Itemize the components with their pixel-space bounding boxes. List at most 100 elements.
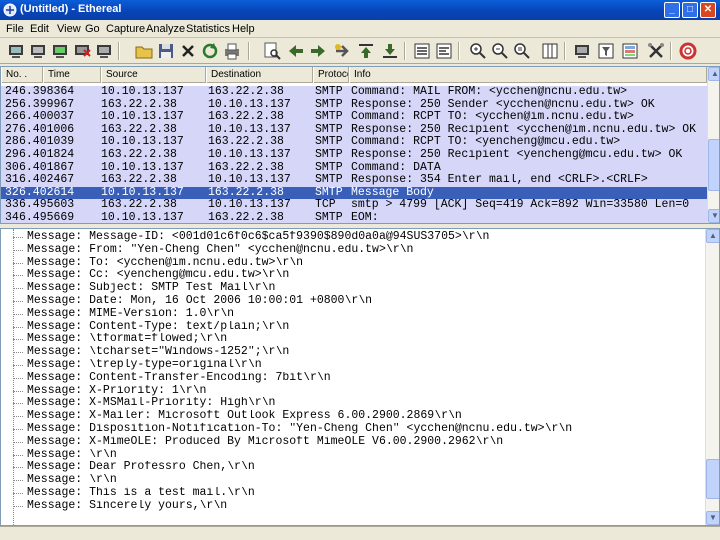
column-header-source[interactable]: Source xyxy=(101,67,206,83)
scroll-up-icon[interactable]: ▲ xyxy=(706,229,719,243)
message-line[interactable]: Message: From: "Yen-Cheng Chen" <ycchen@… xyxy=(27,244,703,257)
cell-time: 6.398364 xyxy=(19,86,75,98)
packet-row[interactable]: 26 6.400037 10.10.13.137 163.22.2.38 SMTP Com… xyxy=(1,111,707,124)
packet-row[interactable]: 34 6.495669 10.10.13.137 163.22.2.38 SMTP EOM… xyxy=(1,212,707,224)
preferences-icon[interactable] xyxy=(646,41,666,61)
coloring-rules-icon[interactable] xyxy=(620,41,640,61)
column-header-no[interactable]: No. . xyxy=(1,67,43,83)
colorize-icon[interactable] xyxy=(412,41,432,61)
start-capture-icon[interactable] xyxy=(50,41,70,61)
go-back-icon[interactable] xyxy=(286,41,306,61)
message-line[interactable]: Message: \r\n xyxy=(27,474,703,487)
message-line[interactable]: Message: \treply-type=original\r\n xyxy=(27,359,703,372)
cell-destination: 163.22.2.38 xyxy=(208,186,284,199)
packet-row[interactable]: 29 6.401824 163.22.2.38 10.10.13.137 SMTP Res… xyxy=(1,149,707,162)
message-line[interactable]: Message: Content-Transfer-Encoding: 7bit… xyxy=(27,372,703,385)
message-line[interactable]: Message: Message-ID: <001d01c6f0c6$ca5f9… xyxy=(27,231,703,244)
menu-go[interactable]: Go xyxy=(85,23,100,35)
zoom-in-icon[interactable] xyxy=(468,41,488,61)
minimize-button[interactable]: _ xyxy=(664,2,680,18)
message-line[interactable]: Message: Content-Type: text/plain;\r\n xyxy=(27,321,703,334)
open-file-icon[interactable] xyxy=(134,41,154,61)
display-filters-icon[interactable] xyxy=(596,41,616,61)
message-line[interactable]: Message: Subject: SMTP Test Mail\r\n xyxy=(27,282,703,295)
menu-analyze[interactable]: Analyze xyxy=(146,23,185,35)
packet-row[interactable]: 28 6.401039 10.10.13.137 163.22.2.38 SMTP Com… xyxy=(1,136,707,149)
message-line[interactable]: Message: \tformat=flowed;\r\n xyxy=(27,333,703,346)
details-scrollbar[interactable]: ▲ ▼ xyxy=(705,229,719,525)
close-window-button[interactable]: ✕ xyxy=(700,2,716,18)
list-interfaces-icon[interactable] xyxy=(6,41,26,61)
column-header-info[interactable]: Info xyxy=(349,67,707,83)
packet-row[interactable]: 25 6.399967 163.22.2.38 10.10.13.137 SMTP Res… xyxy=(1,98,707,112)
message-line[interactable]: Message: X-MimeOLE: Produced By Microsof… xyxy=(27,436,703,449)
column-header-protocol[interactable]: Protocol xyxy=(313,67,349,83)
scroll-up-icon[interactable]: ▲ xyxy=(708,67,719,81)
help-icon[interactable] xyxy=(678,41,698,61)
packet-row[interactable]: 31 6.402467 163.22.2.38 10.10.13.137 SMTP Res… xyxy=(1,174,707,187)
menu-help[interactable]: Help xyxy=(232,23,255,35)
message-line[interactable]: Message: Dear Professro Chen,\r\n xyxy=(27,461,703,474)
menu-statistics[interactable]: Statistics xyxy=(186,23,230,35)
column-header-time[interactable]: Time xyxy=(43,67,101,83)
resize-columns-icon[interactable] xyxy=(540,41,560,61)
scroll-down-icon[interactable]: ▼ xyxy=(708,209,719,223)
zoom-out-icon[interactable] xyxy=(490,41,510,61)
cell-info: Response: 354 Enter mail, end <CRLF>.<CR… xyxy=(351,174,648,187)
menu-edit[interactable]: Edit xyxy=(30,23,49,35)
menu-file[interactable]: File xyxy=(6,23,24,35)
print-icon[interactable] xyxy=(222,41,242,61)
tree-branch xyxy=(13,288,23,290)
message-line[interactable]: Message: \r\n xyxy=(27,449,703,462)
packet-list-scrollbar[interactable]: ▲ ▼ xyxy=(707,67,719,223)
find-packet-icon[interactable] xyxy=(262,41,282,61)
maximize-button[interactable]: □ xyxy=(682,2,698,18)
message-line[interactable]: Message: Sincerely yours,\r\n xyxy=(27,500,703,513)
packet-row[interactable]: 24 6.398364 10.10.13.137 163.22.2.38 SMTP Com… xyxy=(1,86,707,99)
cell-source: 10.10.13.137 xyxy=(101,111,184,124)
menu-view[interactable]: View xyxy=(57,23,81,35)
main-toolbar xyxy=(0,38,720,64)
reload-icon[interactable] xyxy=(200,41,220,61)
packet-row[interactable]: 27 6.401006 163.22.2.38 10.10.13.137 SMTP Res… xyxy=(1,123,707,137)
save-icon[interactable] xyxy=(156,41,176,61)
cell-info: Command: RCPT TO: <yencheng@mcu.edu.tw> xyxy=(351,136,621,149)
close-file-icon[interactable] xyxy=(178,41,198,61)
message-line[interactable]: Message: Cc: <yencheng@mcu.edu.tw>\r\n xyxy=(27,269,703,282)
packet-row[interactable]: 32 6.402614 10.10.13.137 163.22.2.38 SMTP Mes… xyxy=(1,186,707,200)
cell-info: EOM: xyxy=(351,212,379,224)
cell-source: 10.10.13.137 xyxy=(101,161,184,174)
status-bar xyxy=(0,526,720,540)
restart-capture-icon[interactable] xyxy=(94,41,114,61)
cell-time: 6.401006 xyxy=(19,123,75,136)
column-header-destination[interactable]: Destination xyxy=(206,67,313,83)
menu-capture[interactable]: Capture xyxy=(106,23,145,35)
cell-destination: 163.22.2.38 xyxy=(208,86,284,98)
message-line[interactable]: Message: This is a test mail.\r\n xyxy=(27,487,703,500)
message-line[interactable]: Message: MIME-Version: 1.0\r\n xyxy=(27,308,703,321)
packet-row[interactable]: 33 6.495603 163.22.2.38 10.10.13.137 TCP smtp… xyxy=(1,199,707,212)
scroll-thumb[interactable] xyxy=(708,139,719,191)
message-line[interactable]: Message: X-Priority: 1\r\n xyxy=(27,385,703,398)
message-line[interactable]: Message: X-Mailer: Microsoft Outlook Exp… xyxy=(27,410,703,423)
go-to-packet-icon[interactable] xyxy=(332,41,352,61)
zoom-normal-icon[interactable] xyxy=(512,41,532,61)
message-line[interactable]: Message: Disposition-Notification-To: "Y… xyxy=(27,423,703,436)
capture-options-icon[interactable] xyxy=(28,41,48,61)
go-forward-icon[interactable] xyxy=(308,41,328,61)
scroll-thumb[interactable] xyxy=(706,459,719,499)
cell-protocol: SMTP xyxy=(315,161,343,174)
go-last-icon[interactable] xyxy=(380,41,400,61)
message-line[interactable]: Message: X-MSMail-Priority: High\r\n xyxy=(27,397,703,410)
message-line[interactable]: Message: Date: Mon, 16 Oct 2006 10:00:01… xyxy=(27,295,703,308)
cell-destination: 163.22.2.38 xyxy=(208,212,284,224)
go-first-icon[interactable] xyxy=(356,41,376,61)
scroll-down-icon[interactable]: ▼ xyxy=(706,511,719,525)
auto-scroll-icon[interactable] xyxy=(434,41,454,61)
message-line[interactable]: Message: To: <ycchen@im.ncnu.edu.tw>\r\n xyxy=(27,257,703,270)
menu-bar: File Edit View Go Capture Analyze Statis… xyxy=(0,20,720,38)
packet-row[interactable]: 30 6.401867 10.10.13.137 163.22.2.38 SMTP Com… xyxy=(1,161,707,175)
stop-capture-icon[interactable] xyxy=(72,41,92,61)
message-line[interactable]: Message: \tcharset="Windows-1252";\r\n xyxy=(27,346,703,359)
capture-filters-icon[interactable] xyxy=(572,41,592,61)
